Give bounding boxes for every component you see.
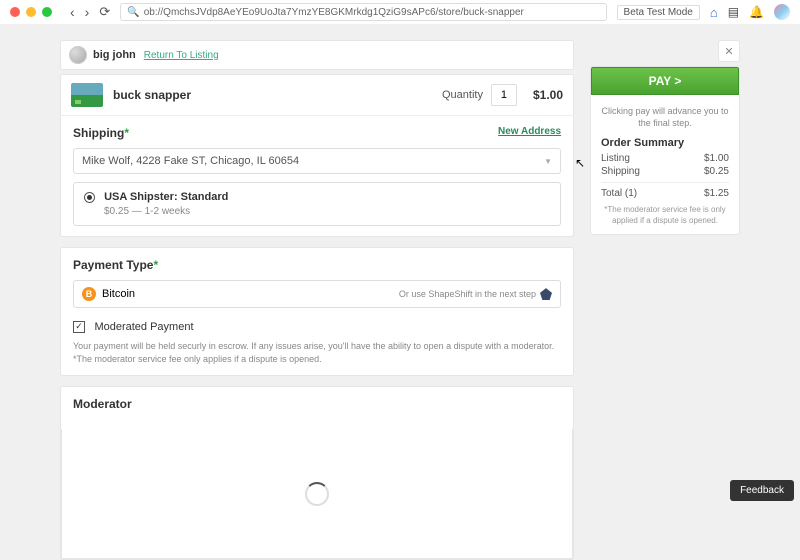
shipping-option[interactable]: USA Shipster: Standard $0.25 — 1-2 weeks <box>73 182 561 226</box>
minimize-window-icon[interactable] <box>26 7 36 17</box>
shapeshift-text: Or use ShapeShift in the next step <box>399 289 536 299</box>
store-icon[interactable]: ⌂ <box>710 5 718 20</box>
radio-checked-icon[interactable] <box>84 192 95 203</box>
shipping-heading: Shipping <box>73 126 124 140</box>
feedback-button[interactable]: Feedback <box>730 480 794 501</box>
bitcoin-icon: B <box>82 287 96 301</box>
pay-button[interactable]: PAY > <box>591 67 739 95</box>
return-to-listing-link[interactable]: Return To Listing <box>144 50 219 61</box>
pay-note: Clicking pay will advance you to the fin… <box>601 106 729 129</box>
new-address-link[interactable]: New Address <box>498 126 561 137</box>
spinner-icon <box>305 482 329 506</box>
total-value: $1.25 <box>704 188 729 199</box>
payment-coin: Bitcoin <box>102 288 135 300</box>
item-price: $1.00 <box>533 88 563 102</box>
seller-avatar-icon <box>69 46 87 64</box>
bell-icon[interactable]: 🔔 <box>749 5 764 19</box>
reload-icon[interactable]: ⟳ <box>99 4 110 20</box>
summary-note: *The moderator service fee is only appli… <box>601 205 729 226</box>
summary-label: Shipping <box>601 166 640 177</box>
close-window-icon[interactable] <box>10 7 20 17</box>
avatar[interactable] <box>774 4 790 20</box>
forward-icon[interactable]: › <box>85 4 90 20</box>
payment-method-select[interactable]: B Bitcoin Or use ShapeShift in the next … <box>73 280 561 308</box>
item-thumbnail <box>71 83 103 107</box>
back-icon[interactable]: ‹ <box>70 4 75 20</box>
address-bar[interactable]: 🔍 ob://QmchsJVdp8AeYEo9UoJta7YmzYE8GKMrk… <box>120 3 606 21</box>
summary-row: Listing $1.00 <box>601 153 729 164</box>
moderator-loading <box>61 429 573 559</box>
moderator-heading: Moderator <box>73 397 561 411</box>
shipping-option-detail: $0.25 — 1-2 weeks <box>104 206 550 217</box>
total-label: Total (1) <box>601 188 637 199</box>
summary-value: $1.00 <box>704 153 729 164</box>
quantity-input[interactable] <box>491 84 517 106</box>
order-summary-heading: Order Summary <box>601 137 729 149</box>
window-traffic-lights[interactable] <box>10 7 52 17</box>
payment-heading: Payment Type <box>73 258 153 272</box>
tag-icon[interactable]: ▤ <box>728 5 739 19</box>
address-select[interactable]: Mike Wolf, 4228 Fake ST, Chicago, IL 606… <box>73 148 561 174</box>
item-title: buck snapper <box>113 88 191 102</box>
summary-row: Shipping $0.25 <box>601 166 729 177</box>
chevron-down-icon: ▼ <box>544 157 552 166</box>
quantity-label: Quantity <box>442 89 483 101</box>
maximize-window-icon[interactable] <box>42 7 52 17</box>
moderated-description: Your payment will be held securly in esc… <box>73 340 561 365</box>
close-button[interactable]: ✕ <box>718 40 740 62</box>
shapeshift-icon <box>540 288 552 300</box>
summary-label: Listing <box>601 153 630 164</box>
selected-address: Mike Wolf, 4228 Fake ST, Chicago, IL 606… <box>82 155 299 167</box>
url-text: ob://QmchsJVdp8AeYEo9UoJta7YmzYE8GKMrkdg… <box>144 7 524 18</box>
moderated-checkbox[interactable]: ✓ <box>73 321 85 333</box>
summary-value: $0.25 <box>704 166 729 177</box>
shipping-option-name: USA Shipster: Standard <box>104 191 228 203</box>
beta-badge: Beta Test Mode <box>617 5 700 20</box>
moderated-label: Moderated Payment <box>94 321 193 333</box>
seller-name: big john <box>93 49 136 61</box>
summary-total-row: Total (1) $1.25 <box>601 182 729 199</box>
search-icon: 🔍 <box>127 7 139 18</box>
